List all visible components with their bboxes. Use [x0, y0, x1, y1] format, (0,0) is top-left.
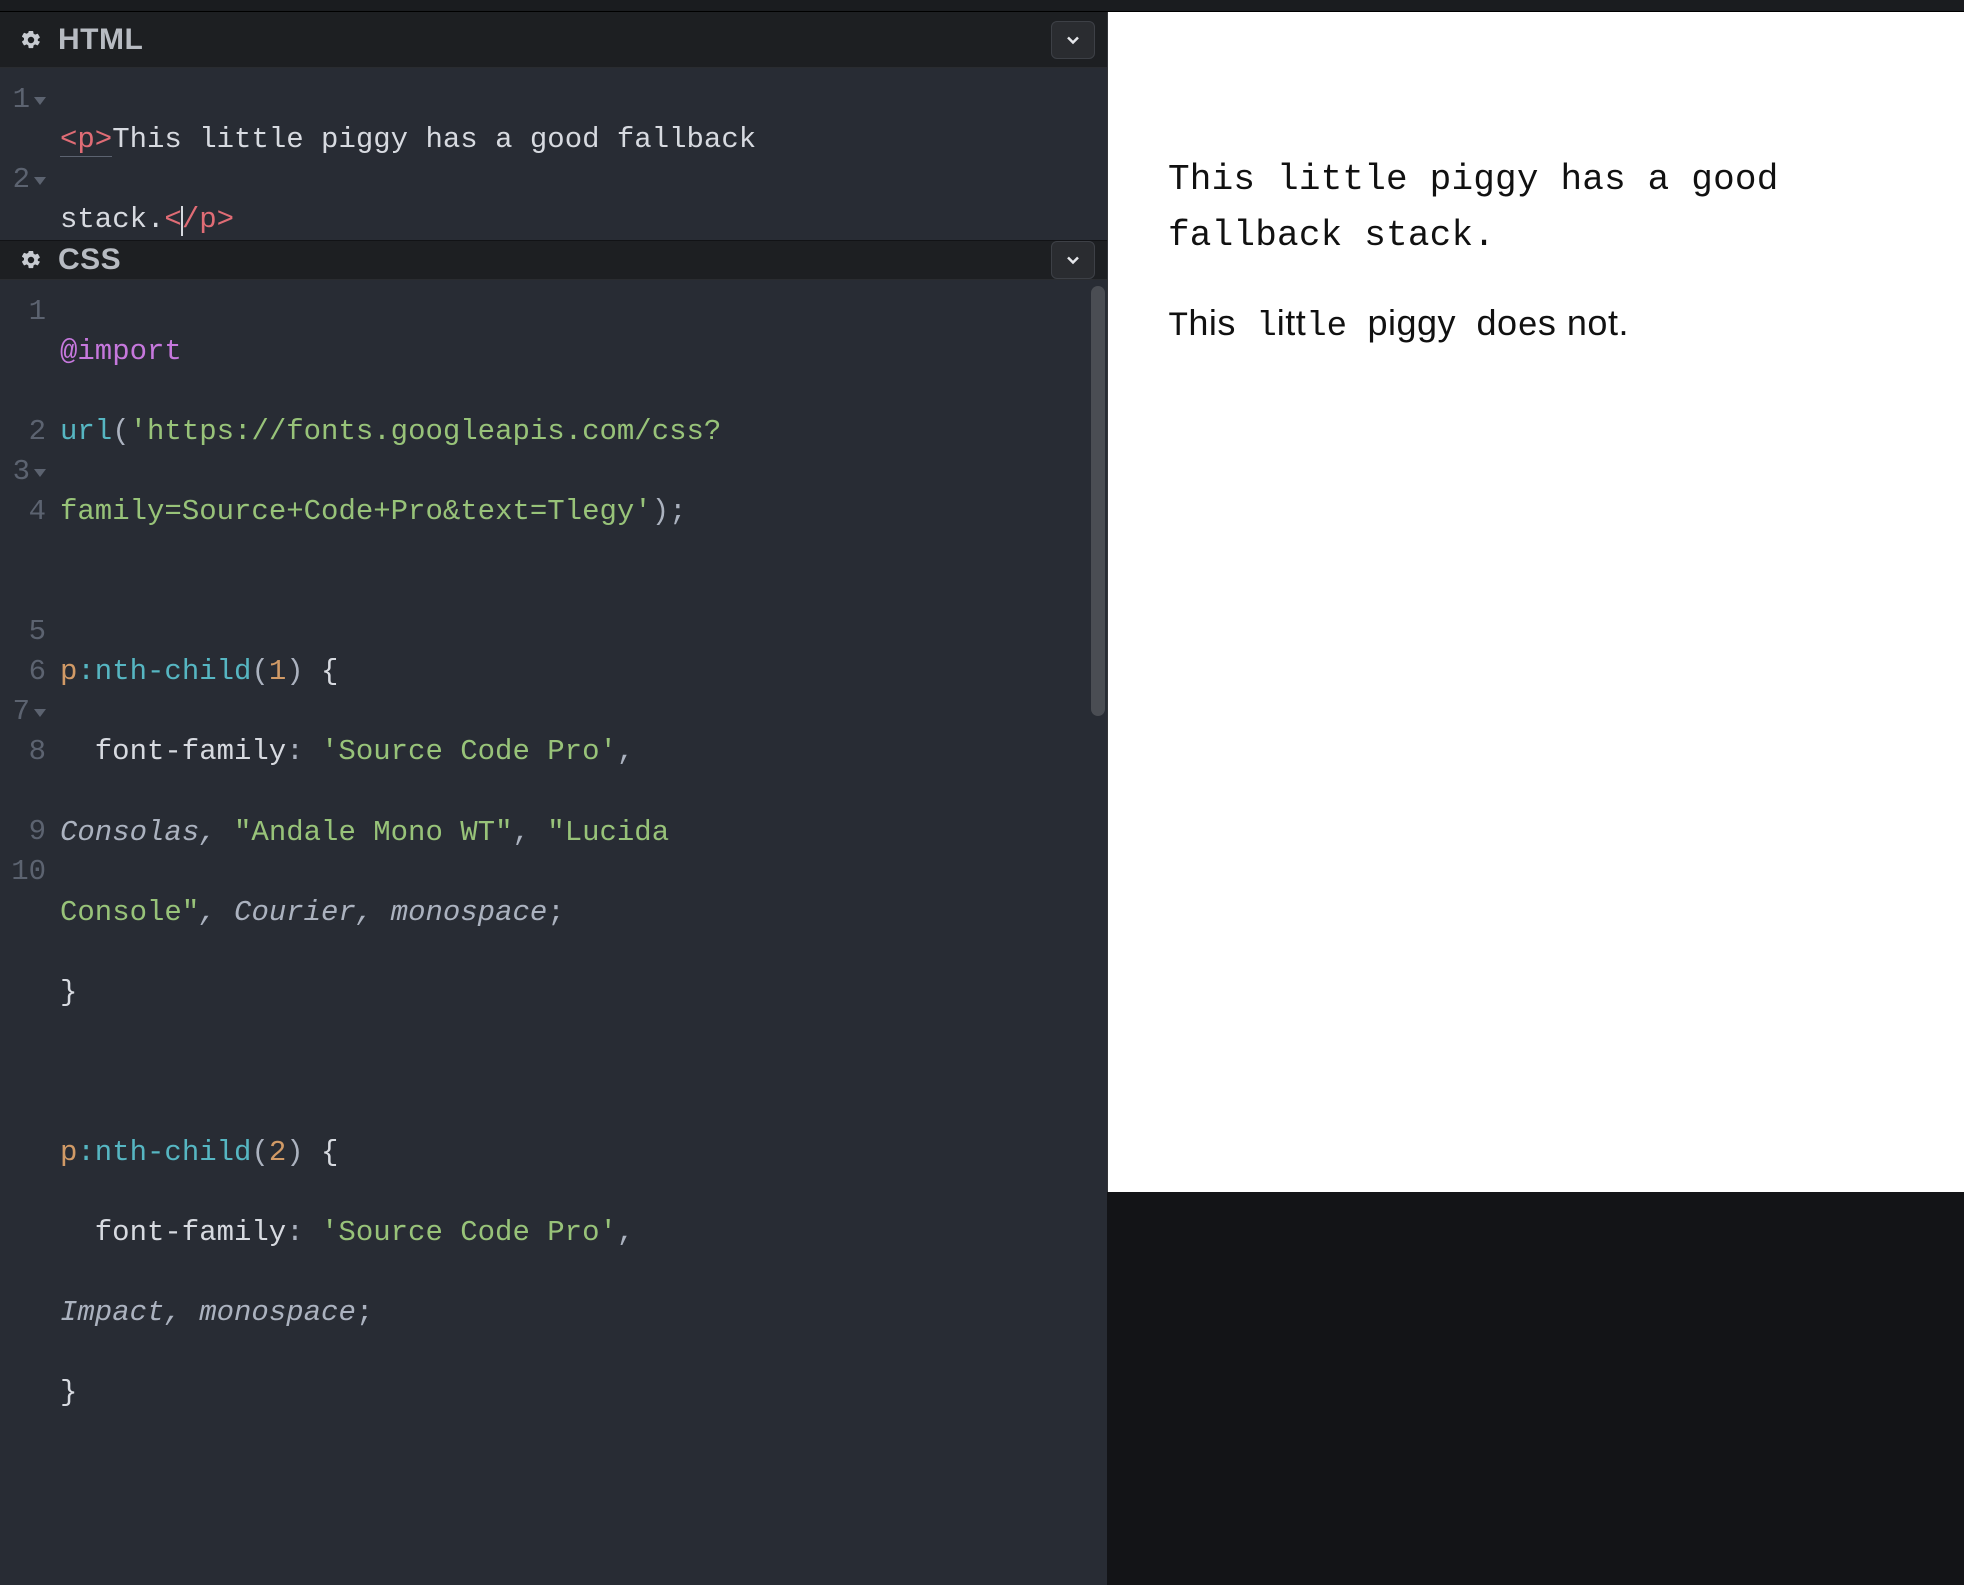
code-token: family=Source+Code+Pro&text=Tlegy': [60, 495, 652, 528]
preview-p1: This little piggy has a good fallback st…: [1168, 152, 1904, 264]
code-token: {: [304, 655, 339, 688]
code-token: 1: [269, 655, 286, 688]
css-scrollbar[interactable]: [1091, 286, 1105, 716]
line-number: 1: [29, 292, 46, 332]
code-token: p: [60, 1136, 77, 1169]
html-gutter: 1 2: [0, 68, 56, 240]
code-token: <p>: [60, 123, 112, 157]
line-number: 9: [29, 812, 46, 852]
code-token: ;: [547, 896, 564, 929]
line-number: 6: [29, 652, 46, 692]
code-token: Console": [60, 896, 199, 929]
css-editor[interactable]: 1 2 3 4 5 6 7 8 9 10 @import url('htt: [0, 280, 1107, 1584]
code-token: ,: [617, 1216, 634, 1249]
code-token: "Andale Mono WT": [234, 816, 512, 849]
html-collapse-button[interactable]: [1051, 21, 1095, 59]
code-token: font-family: [95, 1216, 286, 1249]
code-token: (: [112, 415, 129, 448]
code-token: ,: [512, 816, 547, 849]
code-token: :nth-child: [77, 1136, 251, 1169]
html-panel: HTML 1 2 <p>This little piggy has a good…: [0, 12, 1107, 240]
line-number: 7: [13, 692, 30, 732]
code-token: font-family: [95, 735, 286, 768]
html-code[interactable]: <p>This little piggy has a good fallback…: [56, 68, 1107, 240]
code-token: ): [286, 1136, 303, 1169]
preview-p2: This little piggy does not.: [1168, 302, 1904, 346]
line-number: 1: [13, 80, 30, 120]
code-token: ): [286, 655, 303, 688]
code-token: }: [60, 976, 77, 1009]
fold-icon[interactable]: [34, 97, 46, 105]
code-token: 'Source Code Pro': [321, 735, 617, 768]
gear-icon[interactable]: [14, 23, 48, 57]
code-token: Impact, monospace: [60, 1296, 356, 1329]
css-collapse-button[interactable]: [1051, 241, 1095, 279]
html-panel-title: HTML: [58, 23, 143, 57]
line-number: 10: [11, 852, 46, 892]
code-token: "Lucida: [547, 816, 669, 849]
code-token: ): [652, 495, 669, 528]
code-token: :: [286, 735, 321, 768]
code-token: {: [304, 1136, 339, 1169]
css-panel: CSS 1 2 3 4 5 6 7: [0, 241, 1107, 1192]
code-token: url: [60, 415, 112, 448]
preview-pane: This little piggy has a good fallback st…: [1108, 12, 1964, 1192]
code-token: Consolas,: [60, 816, 234, 849]
code-token: }: [60, 1376, 77, 1409]
code-token: p: [60, 655, 77, 688]
code-token: ,: [617, 735, 634, 768]
code-token: ;: [669, 495, 686, 528]
code-token: 'Source Code Pro': [321, 1216, 617, 1249]
line-number: 8: [29, 732, 46, 772]
css-code[interactable]: @import url('https://fonts.googleapis.co…: [56, 280, 1107, 1584]
scrollbar-thumb[interactable]: [1091, 286, 1105, 716]
css-panel-title: CSS: [58, 243, 121, 277]
code-token: This little piggy has a good fallback: [112, 123, 756, 156]
editors-column: HTML 1 2 <p>This little piggy has a good…: [0, 12, 1108, 1192]
code-token: :: [286, 1216, 321, 1249]
main-split: HTML 1 2 <p>This little piggy has a good…: [0, 12, 1964, 1192]
line-number: 5: [29, 612, 46, 652]
line-number: 4: [29, 492, 46, 532]
code-token: 2: [269, 1136, 286, 1169]
line-number: 3: [13, 452, 30, 492]
code-token: stack.: [60, 203, 164, 236]
code-token: :nth-child: [77, 655, 251, 688]
code-token: (: [251, 1136, 268, 1169]
fold-icon[interactable]: [34, 709, 46, 717]
line-number: 2: [13, 160, 30, 200]
code-token: (: [251, 655, 268, 688]
fold-icon[interactable]: [34, 177, 46, 185]
css-gutter: 1 2 3 4 5 6 7 8 9 10: [0, 280, 56, 1584]
css-panel-header: CSS: [0, 241, 1107, 280]
code-token: 'https://fonts.googleapis.com/css?: [130, 415, 722, 448]
gear-icon[interactable]: [14, 243, 48, 277]
fold-icon[interactable]: [34, 469, 46, 477]
window-topbar: [0, 0, 1964, 12]
html-panel-header: HTML: [0, 12, 1107, 68]
code-token: , Courier, monospace: [199, 896, 547, 929]
line-number: 2: [29, 412, 46, 452]
html-editor[interactable]: 1 2 <p>This little piggy has a good fall…: [0, 68, 1107, 240]
code-token: ;: [356, 1296, 373, 1329]
code-token: @import: [60, 335, 182, 368]
